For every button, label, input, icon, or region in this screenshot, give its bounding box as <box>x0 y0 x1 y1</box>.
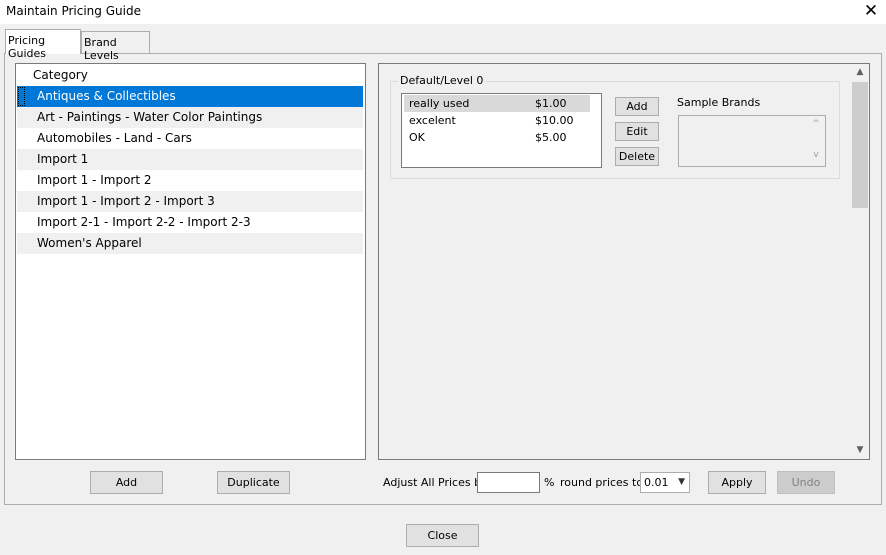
list-item[interactable]: Automobiles - Land - Cars <box>17 128 363 149</box>
adjust-percent-input[interactable] <box>477 472 540 493</box>
price-value: $1.00 <box>535 97 567 110</box>
scroll-up-icon[interactable]: ▲ <box>851 64 869 81</box>
round-to-value: 0.01 <box>644 476 669 489</box>
duplicate-button[interactable]: Duplicate <box>217 471 290 494</box>
list-item[interactable]: Import 1 <box>17 149 363 170</box>
category-header: Category <box>33 68 88 82</box>
add-price-button[interactable]: Add <box>615 97 659 116</box>
delete-price-button[interactable]: Delete <box>615 147 659 166</box>
brands-scroll-up-icon[interactable]: ^ <box>807 117 825 131</box>
close-button[interactable]: Close <box>406 524 479 547</box>
price-row[interactable]: OK $5.00 <box>404 129 590 146</box>
price-name: really used <box>409 97 470 110</box>
price-row[interactable]: really used $1.00 <box>404 95 590 112</box>
undo-button[interactable]: Undo <box>777 471 835 494</box>
adjust-prices-label: Adjust All Prices by <box>383 476 488 489</box>
edit-price-button[interactable]: Edit <box>615 122 659 141</box>
focus-indicator <box>18 87 25 106</box>
list-item[interactable]: Art - Paintings - Water Color Paintings <box>17 107 363 128</box>
sample-brands-label: Sample Brands <box>677 96 761 109</box>
tab-pricing-guides[interactable]: Pricing Guides <box>5 29 81 60</box>
list-item[interactable]: Women's Apparel <box>17 233 363 254</box>
price-row[interactable]: excelent $10.00 <box>404 112 590 129</box>
round-prices-label: round prices to <box>560 476 644 489</box>
scroll-down-icon[interactable]: ▼ <box>851 442 869 459</box>
close-window-icon[interactable]: ✕ <box>860 2 882 22</box>
price-name: excelent <box>409 114 456 127</box>
sample-brands-box[interactable] <box>678 115 826 167</box>
tab-brand-levels[interactable]: Brand Levels <box>81 31 150 62</box>
price-name: OK <box>409 131 425 144</box>
price-value: $5.00 <box>535 131 567 144</box>
chevron-down-icon: ▼ <box>678 477 685 487</box>
scroll-thumb[interactable] <box>852 82 868 208</box>
list-item[interactable]: Import 1 - Import 2 <box>17 170 363 191</box>
list-item[interactable]: Import 2-1 - Import 2-2 - Import 2-3 <box>17 212 363 233</box>
apply-button[interactable]: Apply <box>708 471 766 494</box>
level-group-title: Default/Level 0 <box>398 74 486 87</box>
price-value: $10.00 <box>535 114 574 127</box>
brands-scroll-down-icon[interactable]: v <box>807 148 825 162</box>
percent-sign: % <box>544 476 555 489</box>
round-to-select[interactable]: 0.01 ▼ <box>640 472 690 493</box>
add-category-button[interactable]: Add <box>90 471 163 494</box>
list-item[interactable]: Antiques & Collectibles <box>17 86 363 107</box>
list-item[interactable]: Import 1 - Import 2 - Import 3 <box>17 191 363 212</box>
window-title: Maintain Pricing Guide <box>6 4 141 18</box>
